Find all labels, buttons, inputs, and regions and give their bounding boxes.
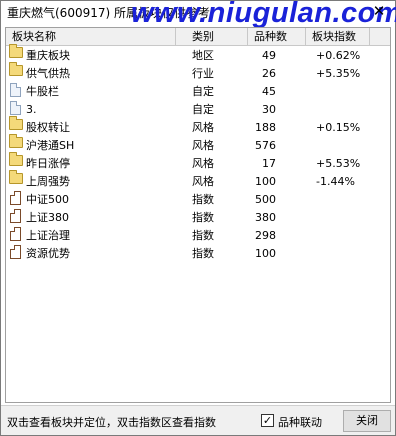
sector-name: 资源优势 xyxy=(26,247,70,260)
table-row[interactable]: 资源优势 指数 100 xyxy=(6,245,390,263)
status-hint: 双击查看板块并定位，双击指数区查看指数 xyxy=(7,416,216,429)
link-stocks-checkbox[interactable]: ✓ xyxy=(261,414,274,427)
sector-type: 自定 xyxy=(192,85,214,98)
link-stocks-label[interactable]: 品种联动 xyxy=(278,414,322,430)
sector-name: 供气供热 xyxy=(26,67,70,80)
sector-name: 上证治理 xyxy=(26,229,70,242)
sector-type: 地区 xyxy=(192,49,214,62)
table-row[interactable]: 上证治理 指数 298 xyxy=(6,227,390,245)
sector-name: 3. xyxy=(26,103,37,116)
column-header-name[interactable]: 板块名称 xyxy=(6,28,176,46)
watermark: www.niugulan.com xyxy=(131,0,396,29)
sector-count: 49 xyxy=(262,49,276,62)
table-row[interactable]: 3. 自定 30 xyxy=(6,101,390,119)
table-body: 重庆板块 地区 49 +0.62% 供气供热 行业 26 +5.35% 牛股栏 自定 45 3. 自定 3… xyxy=(6,44,390,263)
table-header: 板块名称 类别 品种数 板块指数 xyxy=(6,28,390,46)
status-bar: 双击查看板块并定位，双击指数区查看指数 ✓ 品种联动 关闭 xyxy=(1,405,395,435)
folder-icon xyxy=(9,116,23,130)
doc-icon xyxy=(10,101,21,115)
sector-count: 188 xyxy=(255,121,276,134)
sector-table: 板块名称 类别 品种数 板块指数 重庆板块 地区 49 +0.62% 供气供热 行业 26 +… xyxy=(5,27,391,403)
sector-type: 指数 xyxy=(192,229,214,242)
sector-type: 风格 xyxy=(192,175,214,188)
table-row[interactable]: 中证500 指数 500 xyxy=(6,191,390,209)
title-bar[interactable]: 重庆燃气(600917) 所属板块仅供参考 www.niugulan.com ✕ xyxy=(1,0,396,29)
column-header-index[interactable]: 板块指数 xyxy=(306,28,370,46)
sector-count: 298 xyxy=(255,229,276,242)
column-header-type[interactable]: 类别 xyxy=(176,28,248,46)
sector-count: 380 xyxy=(255,211,276,224)
index-icon xyxy=(10,227,21,241)
sector-dialog: 重庆燃气(600917) 所属板块仅供参考 www.niugulan.com ✕… xyxy=(0,0,396,436)
index-icon xyxy=(10,209,21,223)
sector-type: 指数 xyxy=(192,247,214,260)
sector-count: 30 xyxy=(262,103,276,116)
sector-index: +0.15% xyxy=(316,121,361,134)
table-row[interactable]: 股权转让 风格 188 +0.15% xyxy=(6,116,390,137)
sector-type: 行业 xyxy=(192,67,214,80)
sector-count: 500 xyxy=(255,193,276,206)
close-button[interactable]: 关闭 xyxy=(343,410,391,432)
table-row[interactable]: 供气供热 行业 26 +5.35% xyxy=(6,62,390,83)
close-icon[interactable]: ✕ xyxy=(371,3,387,19)
sector-name: 上周强势 xyxy=(26,175,70,188)
sector-count: 576 xyxy=(255,139,276,152)
sector-index: +5.53% xyxy=(316,157,361,170)
sector-name: 沪港通SH xyxy=(26,139,75,152)
index-icon xyxy=(10,191,21,205)
sector-type: 风格 xyxy=(192,139,214,152)
table-row[interactable]: 重庆板块 地区 49 +0.62% xyxy=(6,44,390,65)
sector-name: 中证500 xyxy=(26,193,69,206)
sector-name: 重庆板块 xyxy=(26,49,70,62)
folder-icon xyxy=(9,134,23,148)
sector-type: 自定 xyxy=(192,103,214,116)
doc-icon xyxy=(10,83,21,97)
table-row[interactable]: 上证380 指数 380 xyxy=(6,209,390,227)
sector-index: -1.44% xyxy=(316,175,355,188)
sector-name: 昨日涨停 xyxy=(26,157,70,170)
folder-icon xyxy=(9,44,23,58)
folder-icon xyxy=(9,152,23,166)
index-icon xyxy=(10,245,21,259)
sector-name: 牛股栏 xyxy=(26,85,59,98)
table-row[interactable]: 上周强势 风格 100 -1.44% xyxy=(6,170,390,191)
table-row[interactable]: 牛股栏 自定 45 xyxy=(6,83,390,101)
sector-type: 指数 xyxy=(192,211,214,224)
sector-name: 上证380 xyxy=(26,211,69,224)
sector-index: +0.62% xyxy=(316,49,361,62)
folder-icon xyxy=(9,62,23,76)
folder-icon xyxy=(9,170,23,184)
sector-count: 100 xyxy=(255,247,276,260)
sector-index: +5.35% xyxy=(316,67,361,80)
sector-type: 风格 xyxy=(192,121,214,134)
sector-type: 风格 xyxy=(192,157,214,170)
sector-name: 股权转让 xyxy=(26,121,70,134)
table-row[interactable]: 沪港通SH 风格 576 xyxy=(6,134,390,155)
sector-count: 100 xyxy=(255,175,276,188)
sector-type: 指数 xyxy=(192,193,214,206)
sector-count: 26 xyxy=(262,67,276,80)
column-header-count[interactable]: 品种数 xyxy=(248,28,306,46)
sector-count: 45 xyxy=(262,85,276,98)
table-row[interactable]: 昨日涨停 风格 17 +5.53% xyxy=(6,152,390,173)
sector-count: 17 xyxy=(262,157,276,170)
